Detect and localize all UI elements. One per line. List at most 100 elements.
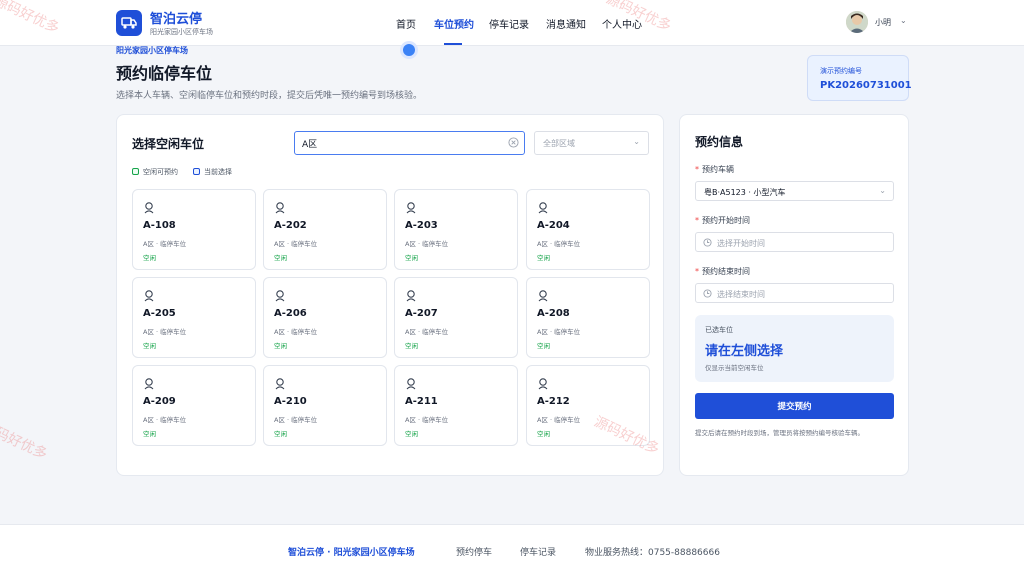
- breadcrumb: 阳光家园小区停车场: [116, 46, 188, 55]
- spot-meta: A区 · 临停车位: [143, 416, 187, 424]
- nav-home[interactable]: 首页: [396, 16, 416, 31]
- spot-code: A-203: [405, 220, 438, 231]
- clear-icon[interactable]: [508, 137, 519, 148]
- chevron-down-icon: ⌄: [900, 16, 907, 25]
- selected-spot-hint: 仅显示当前空闲车位: [705, 364, 764, 372]
- zone-select[interactable]: 全部区域 ⌄: [534, 131, 649, 155]
- booking-note: 提交后请在预约时段到场，管理员将按预约编号核验车辆。: [695, 429, 864, 437]
- footer: 智泊云停 · 阳光家园小区停车场 预约停车 停车记录 物业服务热线：0755-8…: [0, 524, 1024, 576]
- spot-card[interactable]: A-212 A区 · 临停车位 空闲: [526, 365, 650, 446]
- spot-card[interactable]: A-210 A区 · 临停车位 空闲: [263, 365, 387, 446]
- spot-meta: A区 · 临停车位: [405, 416, 449, 424]
- nav-notifications[interactable]: 消息通知: [546, 16, 586, 31]
- spot-code: A-209: [143, 396, 176, 407]
- spot-code: A-211: [405, 396, 438, 407]
- spot-meta: A区 · 临停车位: [274, 240, 318, 248]
- spots-panel: 选择空闲车位 全部区域 ⌄ 空闲可预约 当前选择 A-108A区 · 临停车位空…: [116, 114, 664, 476]
- spot-status: 空闲: [405, 254, 418, 262]
- spot-card[interactable]: A-204 A区 · 临停车位 空闲: [526, 189, 650, 270]
- spot-card[interactable]: A-211 A区 · 临停车位 空闲: [394, 365, 518, 446]
- spot-code: A-205: [143, 308, 176, 319]
- vehicle-value: 粤B·A5123 · 小型汽车: [704, 188, 786, 197]
- end-time-placeholder: 选择结束时间: [717, 290, 765, 299]
- user-name: 小明: [875, 18, 891, 27]
- brand-title: 智泊云停: [150, 12, 203, 27]
- vehicle-select[interactable]: 粤B·A5123 · 小型汽车 ⌄: [695, 181, 894, 201]
- spot-card[interactable]: A-205 A区 · 临停车位 空闲: [132, 277, 256, 358]
- booking-title: 预约信息: [695, 135, 744, 149]
- parking-spot-icon: [537, 375, 549, 394]
- booking-panel: 预约信息 * 预约车辆 粤B·A5123 · 小型汽车 ⌄ * 预约开始时间 选择开…: [679, 114, 909, 476]
- top-header: 智泊云停 阳光家园小区停车场 首页 车位预约 停车记录 消息通知 个人中心 小明…: [0, 0, 1024, 46]
- parking-spot-icon: [143, 375, 155, 394]
- parking-spot-icon: [537, 199, 549, 218]
- parking-spot-icon: [405, 199, 417, 218]
- start-time-field[interactable]: 选择开始时间: [695, 232, 894, 252]
- start-time-label: * 预约开始时间: [695, 216, 750, 225]
- spot-code: A-207: [405, 308, 438, 319]
- selected-spot-box: 已选车位 请在左侧选择 仅显示当前空闲车位: [695, 315, 894, 382]
- spot-status: 空闲: [274, 254, 287, 262]
- clock-icon: [703, 238, 712, 247]
- spot-meta: A区 · 临停车位: [537, 328, 581, 336]
- spot-code: A-212: [537, 396, 570, 407]
- zone-placeholder: 全部区域: [543, 139, 575, 148]
- spot-meta: A区 · 临停车位: [274, 328, 318, 336]
- nav-parking-records[interactable]: 停车记录: [489, 16, 529, 31]
- parking-spot-icon: [405, 375, 417, 394]
- nav-profile[interactable]: 个人中心: [602, 16, 642, 31]
- spot-card[interactable]: A-108 A区 · 临停车位 空闲: [132, 189, 256, 270]
- spots-panel-title: 选择空闲车位: [132, 137, 205, 151]
- spot-card[interactable]: A-206 A区 · 临停车位 空闲: [263, 277, 387, 358]
- avatar: [846, 11, 868, 33]
- spot-meta: A区 · 临停车位: [537, 240, 581, 248]
- selected-spot-label: 已选车位: [705, 326, 733, 334]
- spot-code: A-208: [537, 308, 570, 319]
- spot-status: 空闲: [405, 430, 418, 438]
- demo-label: 演示预约编号: [820, 67, 862, 75]
- start-time-label-text: 预约开始时间: [702, 216, 750, 225]
- logo[interactable]: [116, 10, 142, 36]
- start-time-placeholder: 选择开始时间: [717, 239, 765, 248]
- user-menu[interactable]: 小明 ⌄: [846, 11, 912, 35]
- spot-card[interactable]: A-207 A区 · 临停车位 空闲: [394, 277, 518, 358]
- spot-code: A-204: [537, 220, 570, 231]
- spot-code: A-108: [143, 220, 176, 231]
- nav-reservation[interactable]: 车位预约: [434, 16, 474, 31]
- footer-link-records[interactable]: 停车记录: [520, 545, 556, 558]
- spot-status: 空闲: [274, 430, 287, 438]
- footer-link-reserve[interactable]: 预约停车: [456, 545, 492, 558]
- nav-active-indicator: [444, 43, 462, 45]
- spot-code: A-210: [274, 396, 307, 407]
- demo-value: PK20260731001: [820, 80, 912, 91]
- spot-status: 空闲: [405, 342, 418, 350]
- search-input[interactable]: [294, 131, 525, 155]
- legend-selected-swatch: [193, 168, 200, 175]
- end-time-label: * 预约结束时间: [695, 267, 750, 276]
- parking-spot-icon: [143, 199, 155, 218]
- page-title: 预约临停车位: [116, 64, 213, 83]
- spot-status: 空闲: [143, 342, 156, 350]
- spot-meta: A区 · 临停车位: [143, 328, 187, 336]
- spot-card[interactable]: A-203 A区 · 临停车位 空闲: [394, 189, 518, 270]
- watermark: 源码好优多: [0, 418, 50, 463]
- end-time-label-text: 预约结束时间: [702, 267, 750, 276]
- spot-card[interactable]: A-208 A区 · 临停车位 空闲: [526, 277, 650, 358]
- demo-reservation-badge: 演示预约编号 PK20260731001: [807, 55, 912, 101]
- spot-status: 空闲: [274, 342, 287, 350]
- legend-free-swatch: [132, 168, 139, 175]
- spot-status: 空闲: [143, 254, 156, 262]
- footer-brand: 智泊云停 · 阳光家园小区停车场: [288, 548, 415, 558]
- submit-button[interactable]: 提交预约: [695, 393, 894, 419]
- footer-phone: 物业服务热线：0755-88886666: [585, 548, 720, 558]
- spot-meta: A区 · 临停车位: [537, 416, 581, 424]
- parking-spot-icon: [274, 375, 286, 394]
- spot-status: 空闲: [143, 430, 156, 438]
- spot-code: A-202: [274, 220, 307, 231]
- spot-card[interactable]: A-202 A区 · 临停车位 空闲: [263, 189, 387, 270]
- spot-card[interactable]: A-209 A区 · 临停车位 空闲: [132, 365, 256, 446]
- parking-spot-icon: [274, 199, 286, 218]
- spot-code: A-206: [274, 308, 307, 319]
- spot-status: 空闲: [537, 430, 550, 438]
- end-time-field[interactable]: 选择结束时间: [695, 283, 894, 303]
